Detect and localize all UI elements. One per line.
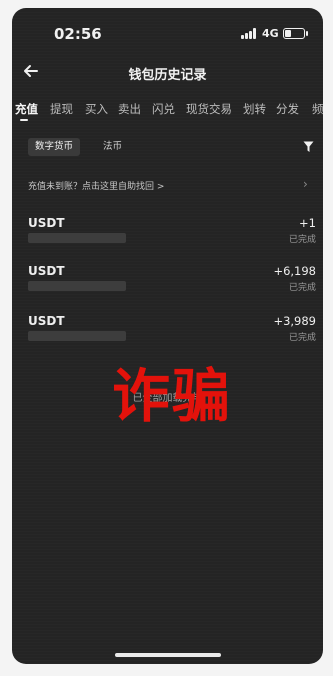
home-indicator[interactable] <box>115 653 221 657</box>
tab-deposit[interactable]: 充值 <box>15 101 38 117</box>
record-amount: +6,198 <box>273 264 316 278</box>
tab-flash-swap[interactable]: 闪兑 <box>152 101 175 117</box>
tab-buy[interactable]: 买入 <box>85 101 108 117</box>
status-time: 02:56 <box>54 25 102 43</box>
record-details-redacted <box>28 331 126 341</box>
record-amount: +1 <box>299 216 316 230</box>
network-label: 4G <box>262 27 279 40</box>
record-status: 已完成 <box>288 283 316 293</box>
record-status: 已完成 <box>288 235 316 245</box>
signal-icon <box>241 28 259 39</box>
filter-row: 数字货币 法币 <box>12 138 323 160</box>
chevron-right-icon: › <box>303 177 308 191</box>
recover-deposit-notice[interactable]: 充值未到账？点击这里自助找回 > › <box>12 175 323 195</box>
record-coin: USDT <box>28 216 65 230</box>
tab-spot-trading[interactable]: 现货交易 <box>186 101 232 117</box>
battery-icon <box>283 28 308 39</box>
tab-withdraw[interactable]: 提现 <box>50 101 73 117</box>
tab-sell[interactable]: 卖出 <box>118 101 141 117</box>
page-title: 钱包历史记录 <box>128 68 207 83</box>
status-bar: 02:56 4G <box>12 8 323 52</box>
tab-distribution[interactable]: 分发 <box>276 101 299 117</box>
record-row[interactable]: USDT +1 已完成 <box>12 216 323 256</box>
record-coin: USDT <box>28 264 65 278</box>
record-details-redacted <box>28 281 126 291</box>
funnel-icon[interactable] <box>303 141 314 153</box>
scam-warning-stamp: 诈骗 <box>111 362 232 430</box>
tab-transfer[interactable]: 划转 <box>243 101 266 117</box>
record-details-redacted <box>28 233 126 243</box>
tab-bar: 充值 提现 买入 卖出 闪兑 现货交易 划转 分发 频 <box>12 101 323 125</box>
tab-more[interactable]: 频 <box>312 101 323 117</box>
page: 02:56 4G 钱包历史记录 充值 提现 买入 卖出 闪兑 现货交易 划转 分… <box>0 0 333 676</box>
notice-text: 充值未到账？点击这里自助找回 > <box>28 182 165 192</box>
active-tab-indicator <box>20 119 28 121</box>
nav-bar: 钱包历史记录 <box>12 58 323 86</box>
chip-fiat[interactable]: 法币 <box>96 138 129 156</box>
chip-digital-currency[interactable]: 数字货币 <box>28 138 81 156</box>
record-status: 已完成 <box>288 333 316 343</box>
phone-screen: 02:56 4G 钱包历史记录 充值 提现 买入 卖出 闪兑 现货交易 划转 分… <box>12 8 323 664</box>
record-amount: +3,989 <box>273 314 316 328</box>
record-coin: USDT <box>28 314 65 328</box>
record-row[interactable]: USDT +6,198 已完成 <box>12 264 323 304</box>
